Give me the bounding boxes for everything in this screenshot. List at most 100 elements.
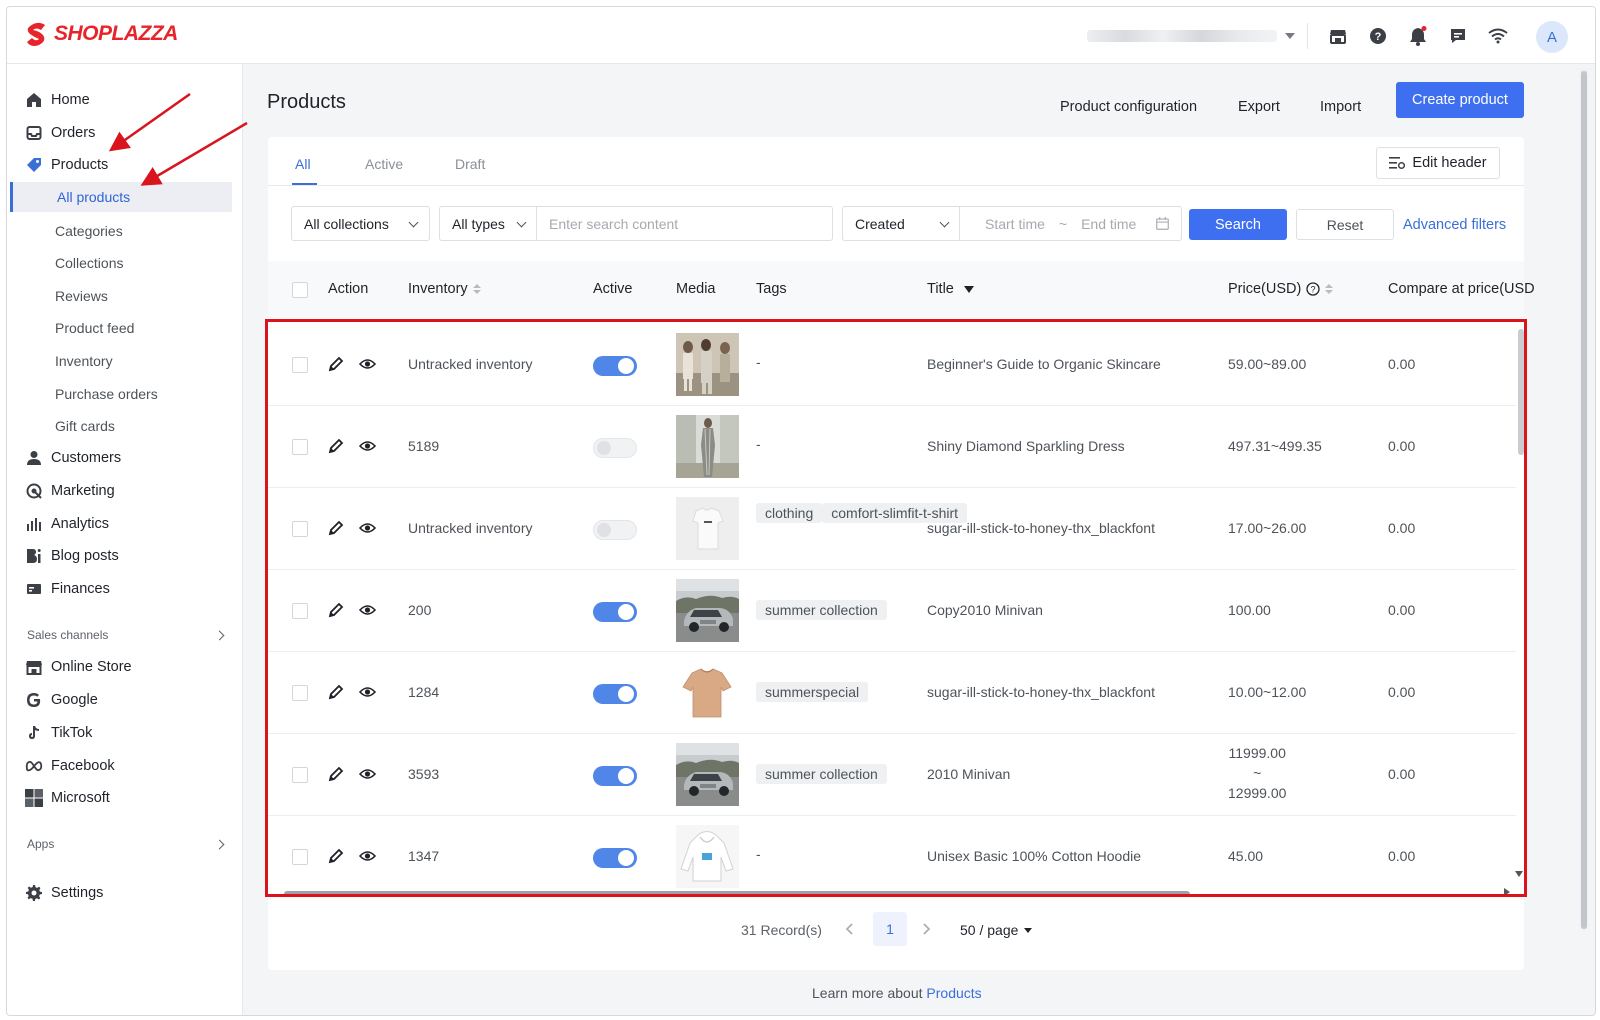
row-checkbox[interactable] [292,357,308,373]
row-checkbox[interactable] [292,849,308,865]
page-scrollbar-thumb[interactable] [1581,71,1587,929]
product-title[interactable]: Copy2010 Minivan [927,602,1043,618]
row-checkbox[interactable] [292,767,308,783]
search-input[interactable]: Enter search content [536,206,833,241]
product-thumbnail[interactable] [676,497,739,560]
chat-icon[interactable] [1447,25,1469,47]
sidebar-item-products[interactable]: Products [7,151,243,179]
product-thumbnail[interactable] [676,825,739,888]
collections-select[interactable]: All collections [291,206,430,241]
scroll-right-arrow-icon[interactable] [1504,888,1510,896]
advanced-filters-link[interactable]: Advanced filters [1403,217,1506,233]
sidebar-subitem-purchase-orders[interactable]: Purchase orders [7,379,243,409]
sidebar-subitem-collections[interactable]: Collections [7,248,243,278]
view-eye-icon[interactable] [358,602,377,620]
sidebar-subitem-product-feed[interactable]: Product feed [7,313,243,343]
avatar[interactable]: A [1536,21,1568,53]
edit-pencil-icon[interactable] [328,356,346,374]
sidebar-item-home[interactable]: Home [7,86,243,114]
types-select[interactable]: All types [439,206,537,241]
next-page-icon[interactable] [921,922,931,936]
row-checkbox[interactable] [292,439,308,455]
active-toggle[interactable] [593,520,637,540]
table-row[interactable]: 200 summer collection Copy2010 Minivan 100.… [268,570,1516,652]
shoplazza-logo[interactable]: SHOPLAZZA [25,21,178,47]
table-horizontal-scrollbar[interactable] [284,891,1190,897]
prev-page-icon[interactable] [845,922,855,936]
date-field-select[interactable]: Created [842,206,960,241]
column-header-price[interactable]: Price(USD)? [1228,281,1334,297]
edit-pencil-icon[interactable] [328,438,346,456]
reset-button[interactable]: Reset [1296,209,1394,240]
sidebar-item-marketing[interactable]: Marketing [7,477,243,505]
table-vertical-scrollbar[interactable] [1518,329,1524,455]
edit-pencil-icon[interactable] [328,520,346,538]
sidebar-subitem-categories[interactable]: Categories [7,216,243,246]
edit-pencil-icon[interactable] [328,602,346,620]
edit-header-button[interactable]: Edit header [1376,147,1500,179]
export-link[interactable]: Export [1238,99,1280,115]
date-range-picker[interactable]: Start time ~ End time [959,206,1182,241]
active-toggle[interactable] [593,848,637,868]
sort-desc-icon[interactable] [963,285,974,293]
sidebar-item-customers[interactable]: Customers [7,444,243,472]
help-icon[interactable]: ? [1306,282,1320,296]
view-eye-icon[interactable] [358,356,377,374]
view-eye-icon[interactable] [358,848,377,866]
view-eye-icon[interactable] [358,684,377,702]
active-toggle[interactable] [593,602,637,622]
tab-all[interactable]: All [295,156,311,172]
products-help-link[interactable]: Products [926,985,981,1001]
view-eye-icon[interactable] [358,766,377,784]
edit-pencil-icon[interactable] [328,848,346,866]
tab-active[interactable]: Active [365,156,403,172]
scroll-down-arrow-icon[interactable] [1515,871,1523,877]
sidebar-item-microsoft[interactable]: Microsoft [7,784,243,812]
table-row[interactable]: Untracked inventory - Beginner's Guide to … [268,324,1516,406]
product-title[interactable]: Shiny Diamond Sparkling Dress [927,438,1125,454]
row-checkbox[interactable] [292,685,308,701]
wifi-icon[interactable] [1487,25,1509,47]
sidebar-subitem-inventory[interactable]: Inventory [7,346,243,376]
store-icon[interactable] [1327,25,1349,47]
product-title[interactable]: 2010 Minivan [927,766,1010,782]
bell-icon[interactable] [1407,25,1429,47]
active-toggle[interactable] [593,766,637,786]
product-title[interactable]: sugar-ill-stick-to-honey-thx_blackfont [927,520,1155,536]
page-number-current[interactable]: 1 [873,912,907,946]
product-thumbnail[interactable] [676,415,739,478]
table-row[interactable]: 3593 summer collection 2010 Minivan 11999.0… [268,734,1516,816]
edit-pencil-icon[interactable] [328,766,346,784]
table-row[interactable]: 1284 summerspecial sugar-ill-stick-to-hone… [268,652,1516,734]
table-row[interactable]: Untracked inventory clothing comfort-slimf… [268,488,1516,570]
tab-draft[interactable]: Draft [455,156,485,172]
search-button[interactable]: Search [1189,209,1287,240]
active-toggle[interactable] [593,438,637,458]
column-header-title[interactable]: Title [927,281,974,297]
row-checkbox[interactable] [292,603,308,619]
sort-icon[interactable] [1325,284,1334,294]
sidebar-item-online-store[interactable]: Online Store [7,653,243,681]
sidebar-subitem-all-products[interactable]: All products [10,182,232,212]
product-title[interactable]: sugar-ill-stick-to-honey-thx_blackfont [927,684,1155,700]
sidebar-item-tiktok[interactable]: TikTok [7,719,243,747]
product-thumbnail[interactable] [676,333,739,396]
sidebar-item-facebook[interactable]: Facebook [7,752,243,780]
page-size-select[interactable]: 50 / page [960,922,1033,938]
table-row[interactable]: 5189 - Shiny Diamond Sparkling Dress 497.31… [268,406,1516,488]
sidebar-item-analytics[interactable]: Analytics [7,510,243,538]
view-eye-icon[interactable] [358,520,377,538]
sidebar-item-finances[interactable]: Finances [7,575,243,603]
active-toggle[interactable] [593,684,637,704]
page-vertical-scrollbar[interactable] [1580,69,1588,929]
product-title[interactable]: Beginner's Guide to Organic Skincare [927,356,1161,372]
sidebar-item-google[interactable]: Google [7,686,243,714]
sidebar-item-settings[interactable]: Settings [7,879,243,907]
apps-header[interactable]: Apps [27,837,225,851]
product-thumbnail[interactable] [676,661,739,724]
import-link[interactable]: Import [1320,99,1361,115]
view-eye-icon[interactable] [358,438,377,456]
row-checkbox[interactable] [292,521,308,537]
sidebar-item-blog-posts[interactable]: Blog posts [7,542,243,570]
store-selector[interactable] [1087,29,1297,43]
